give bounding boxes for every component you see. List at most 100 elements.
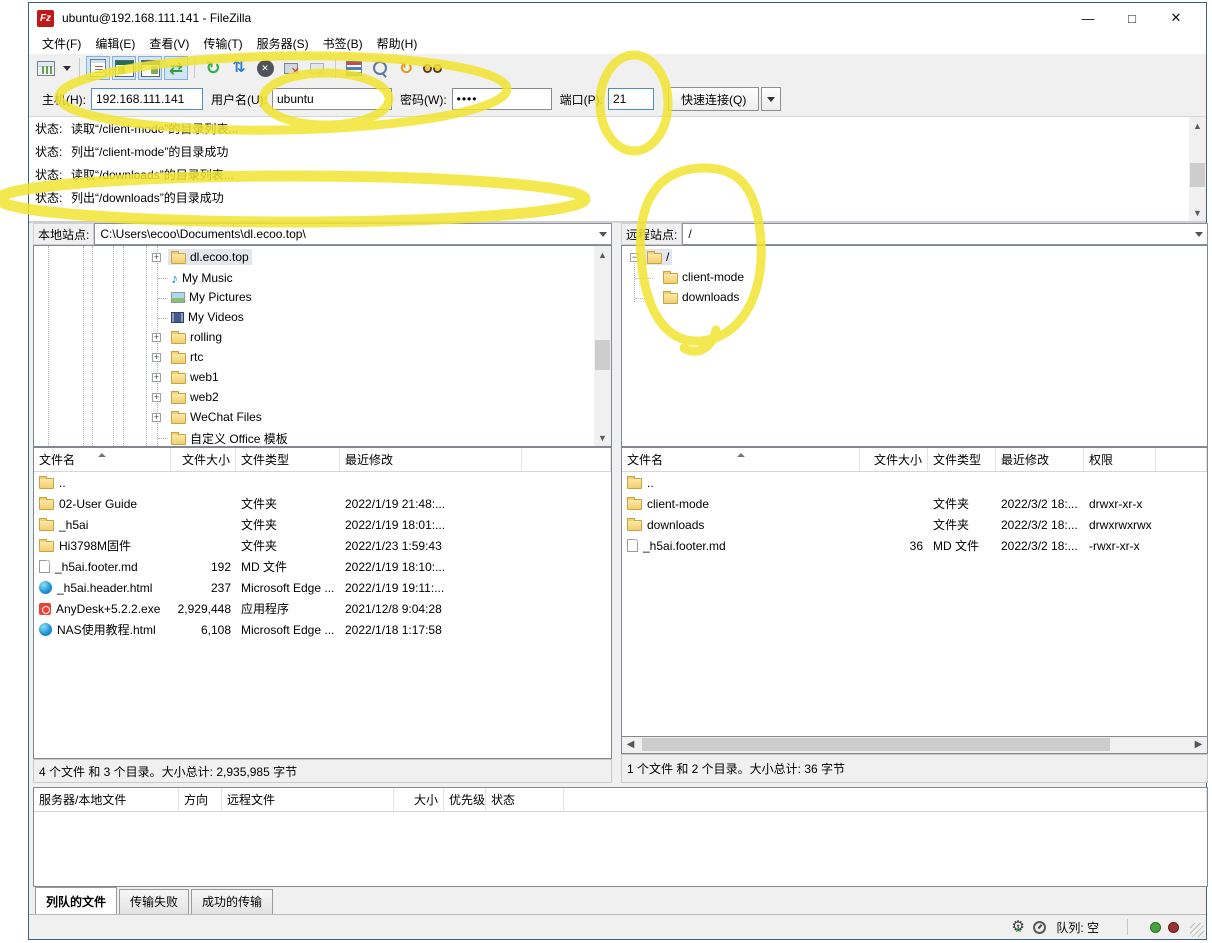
toggle-log-icon[interactable]: [86, 56, 110, 80]
tree-item-body[interactable]: 自定义 Office 模板: [168, 429, 291, 447]
local-site-combo[interactable]: C:\Users\ecoo\Documents\dl.ecoo.top\: [94, 223, 612, 245]
disconnect-icon[interactable]: [279, 56, 303, 80]
tree-item-my-pictures[interactable]: My Pictures: [34, 288, 593, 308]
tree-item-my-music[interactable]: My Music: [34, 268, 593, 288]
tree-item-wechat-files[interactable]: +WeChat Files: [34, 408, 593, 428]
site-manager-icon[interactable]: [34, 56, 58, 80]
scroll-right-icon[interactable]: ▶: [1190, 737, 1207, 752]
process-queue-icon[interactable]: [227, 56, 251, 80]
queue-column-0[interactable]: 服务器/本地文件: [34, 788, 179, 811]
tree-item-body[interactable]: My Pictures: [168, 289, 255, 305]
tree-item-client-mode[interactable]: client-mode: [622, 268, 1207, 288]
tree-item-body[interactable]: rolling: [168, 329, 225, 345]
menu-item-6[interactable]: 帮助(H): [370, 33, 425, 54]
file-row--h5ai-footer-md[interactable]: _h5ai.footer.md36MD 文件2022/3/2 18:...-rw…: [622, 535, 1207, 556]
expander-icon[interactable]: +: [152, 393, 161, 402]
tab-0[interactable]: 列队的文件: [35, 887, 117, 914]
transfer-settings-gear-icon[interactable]: ⚙: [1011, 919, 1027, 935]
file-row-02-user-guide[interactable]: 02-User Guide文件夹2022/1/19 21:48:...: [34, 493, 611, 514]
scroll-down-icon[interactable]: ▼: [1189, 204, 1206, 221]
tree-item-dl.ecoo.top[interactable]: + dl.ecoo.top: [34, 248, 593, 268]
log-scroll-thumb[interactable]: [1190, 163, 1205, 187]
file-row-downloads[interactable]: downloads文件夹2022/3/2 18:...drwxrwxrwx: [622, 514, 1207, 535]
chevron-down-icon[interactable]: [1195, 232, 1203, 241]
filter-icon[interactable]: [342, 56, 366, 80]
expander-icon[interactable]: +: [152, 253, 161, 262]
file-row-client-mode[interactable]: client-mode文件夹2022/3/2 18:...drwxr-xr-x: [622, 493, 1207, 514]
column-header-2[interactable]: 文件类型: [236, 448, 340, 471]
expander-icon[interactable]: +: [152, 373, 161, 382]
tree-item-body[interactable]: client-mode: [660, 269, 747, 285]
tree-item-rtc[interactable]: +rtc: [34, 348, 593, 368]
quickconnect-dropdown-icon[interactable]: [761, 87, 781, 111]
tree-scroll-thumb[interactable]: [595, 340, 610, 370]
column-header-3[interactable]: 最近修改: [340, 448, 522, 471]
file-row--[interactable]: ..: [622, 472, 1207, 493]
minimize-button[interactable]: —: [1066, 3, 1110, 33]
chevron-down-icon[interactable]: [599, 232, 607, 241]
toggle-local-tree-icon[interactable]: [112, 56, 136, 80]
column-header-1[interactable]: 文件大小: [171, 448, 236, 471]
tree-item-body[interactable]: dl.ecoo.top: [168, 249, 252, 265]
tree-item-web2[interactable]: +web2: [34, 388, 593, 408]
column-header-0[interactable]: 文件名: [34, 448, 171, 471]
queue-column-1[interactable]: 方向: [179, 788, 222, 811]
host-input[interactable]: [91, 88, 203, 110]
queue-column-3[interactable]: 大小: [394, 788, 444, 811]
column-header-3[interactable]: 最近修改: [996, 448, 1084, 471]
tree-item-body[interactable]: downloads: [660, 289, 742, 305]
menu-item-1[interactable]: 编辑(E): [88, 33, 142, 54]
scroll-down-icon[interactable]: ▼: [594, 429, 611, 446]
scroll-up-icon[interactable]: ▲: [1189, 117, 1206, 134]
tree-item-自定义-office-模板[interactable]: 自定义 Office 模板: [34, 428, 593, 447]
tab-2[interactable]: 成功的传输: [191, 889, 273, 914]
tree-item-body[interactable]: WeChat Files: [168, 409, 265, 425]
menu-item-4[interactable]: 服务器(S): [250, 33, 316, 54]
speed-limit-gauge-icon[interactable]: [1033, 921, 1046, 934]
file-row-nas-html[interactable]: NAS使用教程.html6,108Microsoft Edge ...2022/…: [34, 619, 611, 640]
site-manager-caret-icon[interactable]: [60, 56, 73, 80]
column-header-0[interactable]: 文件名: [622, 448, 860, 471]
log-scrollbar[interactable]: ▲ ▼: [1189, 117, 1206, 221]
column-header-2[interactable]: 文件类型: [928, 448, 996, 471]
tree-item-web1[interactable]: + web1: [34, 368, 593, 388]
queue-column-4[interactable]: 优先级: [444, 788, 486, 811]
expander-icon[interactable]: +: [152, 333, 161, 342]
expander-icon[interactable]: −: [630, 253, 639, 262]
tree-item-body[interactable]: My Music: [168, 269, 236, 287]
file-row--h5ai[interactable]: _h5ai文件夹2022/1/19 18:01:...: [34, 514, 611, 535]
tree-item-rolling[interactable]: + rolling: [34, 328, 593, 348]
cancel-icon[interactable]: [253, 56, 277, 80]
file-row-hi3798m-[interactable]: Hi3798M固件文件夹2022/1/23 1:59:43: [34, 535, 611, 556]
maximize-button[interactable]: □: [1110, 3, 1154, 33]
scroll-left-icon[interactable]: ◀: [622, 737, 639, 752]
resize-grip[interactable]: [1190, 923, 1204, 937]
file-row--h5ai-header-html[interactable]: _h5ai.header.html237Microsoft Edge ...20…: [34, 577, 611, 598]
compare-icon[interactable]: [368, 56, 392, 80]
tab-1[interactable]: 传输失败: [119, 889, 189, 914]
queue-column-2[interactable]: 远程文件: [222, 788, 394, 811]
close-button[interactable]: ✕: [1154, 3, 1198, 33]
file-row-anydesk-5-2-2-exe[interactable]: AnyDesk+5.2.2.exe2,929,448应用程序2021/12/8 …: [34, 598, 611, 619]
file-row--h5ai-footer-md[interactable]: _h5ai.footer.md192MD 文件2022/1/19 18:10:.…: [34, 556, 611, 577]
find-icon[interactable]: [420, 56, 444, 80]
column-header-4[interactable]: 权限: [1084, 448, 1156, 471]
menu-item-5[interactable]: 书签(B): [316, 33, 370, 54]
tree-item-body[interactable]: /: [644, 249, 672, 265]
quickconnect-button[interactable]: 快速连接(Q): [668, 87, 759, 111]
tree-item--[interactable]: −/: [622, 248, 1207, 268]
menu-item-3[interactable]: 传输(T): [196, 33, 249, 54]
tree-item-my-videos[interactable]: My Videos: [34, 308, 593, 328]
hscroll-thumb[interactable]: [642, 738, 1110, 751]
username-input[interactable]: [272, 88, 392, 110]
tree-item-downloads[interactable]: downloads: [622, 288, 1207, 308]
password-input[interactable]: [452, 88, 552, 110]
local-tree-scrollbar[interactable]: ▲ ▼: [594, 246, 611, 446]
reconnect-icon[interactable]: [305, 56, 329, 80]
sync-browsing-icon[interactable]: [394, 56, 418, 80]
scroll-up-icon[interactable]: ▲: [594, 246, 611, 263]
column-header-1[interactable]: 文件大小: [860, 448, 928, 471]
file-row--[interactable]: ..: [34, 472, 611, 493]
port-input[interactable]: [608, 88, 654, 110]
tree-item-body[interactable]: web1: [168, 369, 222, 385]
